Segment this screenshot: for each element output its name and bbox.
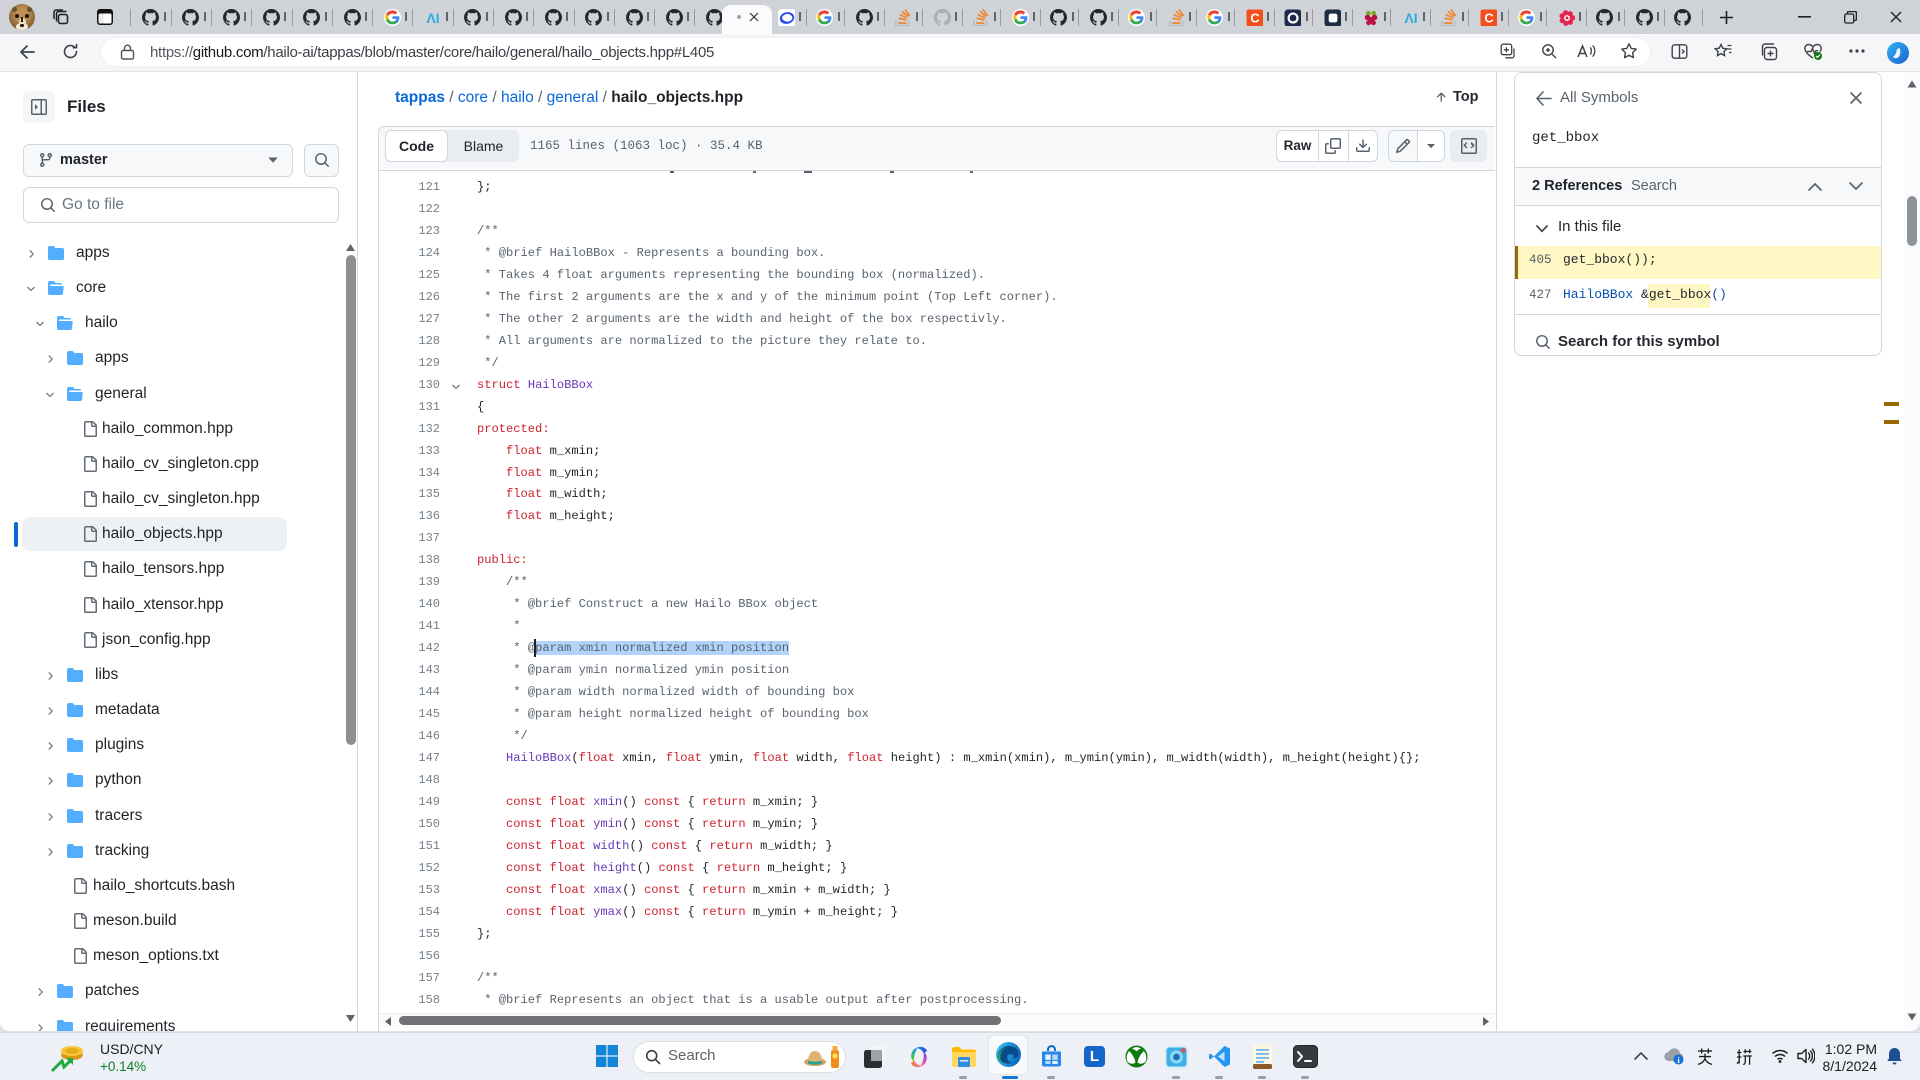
svg-text:C: C: [1484, 10, 1493, 25]
svg-text:ΛI: ΛI: [1405, 10, 1418, 26]
svg-text:C: C: [1250, 10, 1259, 25]
svg-text:ΛI: ΛI: [427, 10, 440, 26]
